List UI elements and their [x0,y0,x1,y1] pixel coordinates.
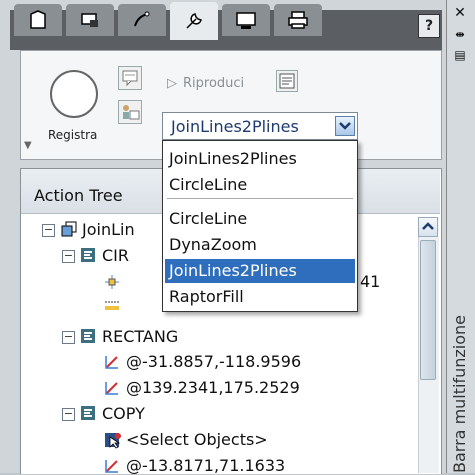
help-button[interactable]: ? [418,14,440,38]
record-button[interactable] [50,70,98,118]
chevron-down-icon[interactable] [335,116,355,136]
dropdown-item-selected[interactable]: JoinLines2Plines [169,261,297,280]
collapse-toggle[interactable]: − [62,250,75,263]
tree-value[interactable]: <Select Objects> [126,430,268,449]
collapse-toggle[interactable]: − [42,224,55,237]
point-icon [105,275,119,289]
preferences-icon[interactable] [276,70,298,92]
tree-node-copy[interactable]: COPY [102,404,145,423]
relative-point-icon [105,460,118,473]
panel-expand-icon[interactable]: ▼ [24,140,32,151]
pin-icon[interactable]: ⇹ [452,28,468,42]
command-icon [81,248,95,262]
action-tree-title: Action Tree [34,186,123,205]
collapse-toggle[interactable]: − [62,331,75,344]
tab-view[interactable] [222,4,270,36]
scroll-up-button[interactable] [418,217,438,237]
dropdown-item[interactable]: CircleLine [169,175,247,194]
tab-annotate[interactable] [118,4,166,36]
print-icon [288,11,308,29]
view-icon [236,12,256,29]
tab-insert[interactable] [66,4,114,36]
tree-value[interactable]: @-13.8171,71.1633 [126,456,285,475]
insert-icon [81,13,98,27]
tab-tools[interactable] [170,2,218,40]
palette-title: Barra multifunzione [450,315,469,473]
relative-point-icon [105,382,118,395]
tree-node-rectang[interactable]: RECTANG [102,327,178,346]
command-icon [81,406,95,420]
tree-value[interactable]: @-31.8857,-118.9596 [126,352,301,371]
select-objects-icon [105,433,121,449]
tree-node-cir[interactable]: CIR [102,246,129,265]
macro-dropdown-list: JoinLines2Plines CircleLine CircleLine D… [162,140,358,312]
record-label: Registra [48,128,98,142]
annotate-icon [134,11,150,27]
macro-combo[interactable]: JoinLines2Plines [162,112,358,140]
tools-icon [186,13,202,29]
macro-combo-value: JoinLines2Plines [171,117,299,136]
collapse-toggle[interactable]: − [62,408,75,421]
play-label[interactable]: Riproduci [183,76,244,91]
menu-icon[interactable]: ▤ [452,48,468,62]
dropdown-item[interactable]: CircleLine [169,209,247,228]
tree-root-label[interactable]: JoinLin [82,220,135,239]
command-icon [81,329,95,343]
dropdown-item[interactable]: JoinLines2Plines [169,149,297,168]
distance-icon [105,301,119,310]
tree-value[interactable]: 41 [360,272,380,291]
dropdown-item[interactable]: RaptorFill [169,287,244,306]
tab-home[interactable] [14,4,62,36]
tree-value[interactable]: @139.2341,175.2529 [126,378,300,397]
tab-print[interactable] [274,4,322,36]
relative-point-icon [105,356,118,369]
macro-icon [61,221,77,237]
play-icon: ▷ [167,76,177,91]
message-icon[interactable] [118,66,142,90]
close-icon[interactable]: ✕ [452,6,468,20]
home-icon [30,10,46,29]
dropdown-separator [167,198,353,199]
user-input-icon[interactable] [118,100,142,124]
scrollbar-thumb[interactable] [420,240,436,380]
dropdown-item[interactable]: DynaZoom [169,235,257,254]
